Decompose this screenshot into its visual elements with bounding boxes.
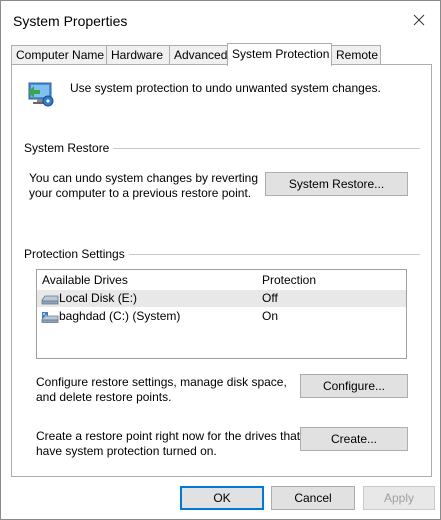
drive-icon [41, 293, 59, 305]
drives-list[interactable]: Available Drives Protection Local Disk (… [36, 269, 407, 359]
protection-settings-heading: Protection Settings [24, 247, 129, 261]
system-drive-icon [41, 311, 59, 323]
tab-label: Computer Name [16, 48, 105, 62]
ok-button[interactable]: OK [180, 486, 264, 510]
description-line: have system protection turned on. [36, 444, 217, 458]
protection-settings-group: Protection Settings [24, 247, 420, 261]
drive-name: Local Disk (E:) [59, 291, 138, 305]
tab-label: System Protection [232, 47, 330, 61]
configure-description: Configure restore settings, manage disk … [36, 375, 287, 405]
title-bar: System Properties [1, 1, 440, 39]
drive-name: baghdad (C:) (System) [59, 309, 181, 323]
tab-hardware[interactable]: Hardware [106, 45, 170, 65]
drive-row[interactable]: baghdad (C:) (System) On [37, 308, 406, 325]
create-button[interactable]: Create... [300, 427, 408, 451]
description-line: Create a restore point right now for the… [36, 429, 301, 443]
system-protection-panel: Use system protection to undo unwanted s… [11, 64, 432, 477]
tab-strip: Computer Name Hardware Advanced System P… [11, 43, 431, 66]
tab-system-protection[interactable]: System Protection [227, 43, 332, 66]
drive-protection-status: On [262, 309, 279, 323]
column-header-protection[interactable]: Protection [262, 273, 316, 287]
tab-remote[interactable]: Remote [331, 45, 381, 65]
close-icon[interactable] [408, 9, 430, 31]
system-restore-description: You can undo system changes by reverting… [29, 171, 258, 201]
create-description: Create a restore point right now for the… [36, 429, 300, 459]
drive-row[interactable]: Local Disk (E:) Off [37, 290, 406, 307]
apply-button[interactable]: Apply [363, 486, 435, 510]
tab-advanced[interactable]: Advanced [169, 45, 230, 65]
cancel-button[interactable]: Cancel [271, 486, 355, 510]
dialog-footer: OK Cancel Apply [1, 479, 440, 519]
system-restore-button[interactable]: System Restore... [265, 172, 408, 196]
tab-label: Advanced [174, 48, 228, 62]
description-line: Configure restore settings, manage disk … [36, 375, 287, 389]
system-properties-window: System Properties Computer Name Hardware… [0, 0, 441, 520]
tab-label: Remote [336, 48, 379, 62]
system-restore-heading: System Restore [24, 141, 114, 155]
window-title: System Properties [13, 13, 128, 29]
configure-button[interactable]: Configure... [300, 374, 408, 398]
system-restore-group: System Restore [24, 141, 420, 155]
list-header: Available Drives Protection [37, 270, 406, 289]
description-line: your computer to a previous restore poin… [29, 186, 252, 200]
tab-computer-name[interactable]: Computer Name [11, 45, 107, 65]
system-protection-icon [26, 80, 56, 108]
description-line: and delete restore points. [36, 390, 172, 404]
tab-label: Hardware [111, 48, 164, 62]
drive-protection-status: Off [262, 291, 278, 305]
column-header-drives[interactable]: Available Drives [42, 273, 128, 287]
description-line: You can undo system changes by reverting [29, 171, 259, 185]
intro-text: Use system protection to undo unwanted s… [70, 81, 381, 95]
